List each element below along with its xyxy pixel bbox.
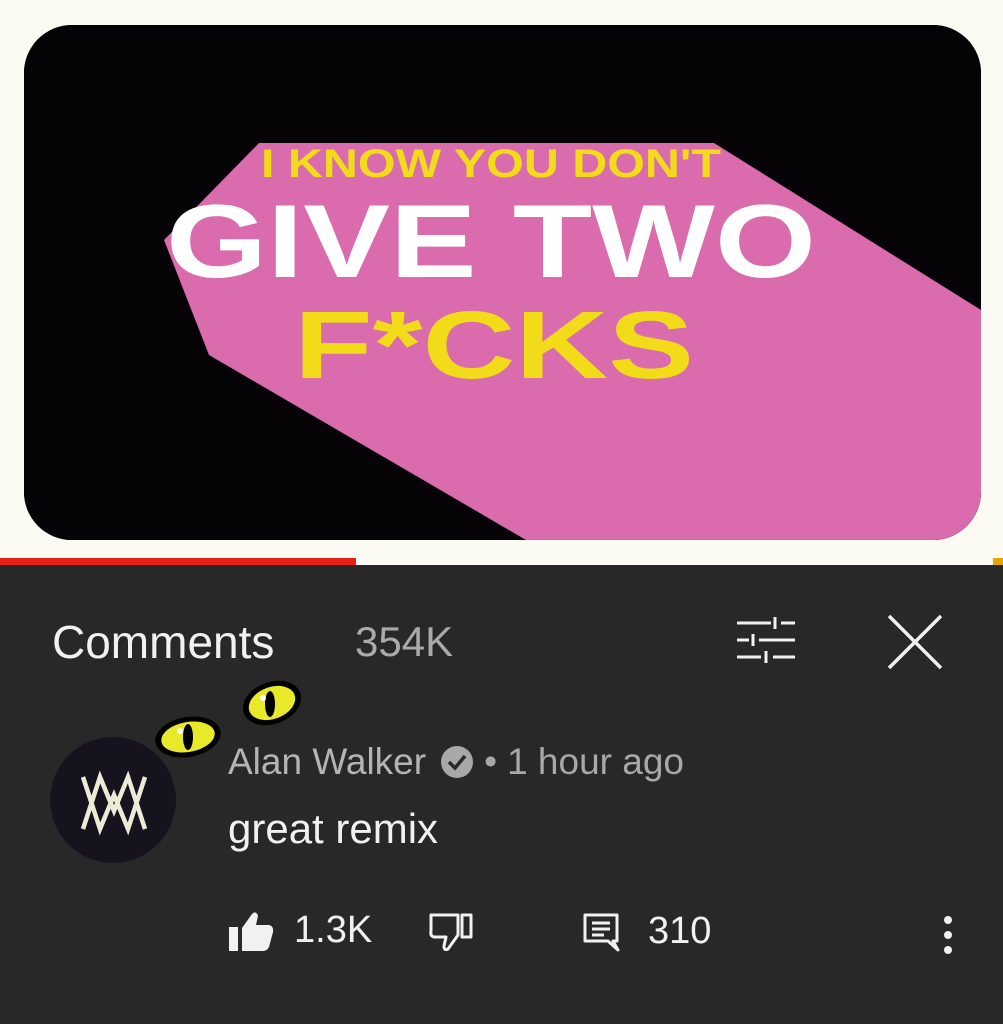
like-button[interactable]: 1.3K [228, 909, 372, 952]
more-vert-icon [944, 916, 952, 954]
video-text-line1: I KNOW YOU DON'T [261, 142, 721, 186]
close-button[interactable] [884, 613, 946, 671]
comment-author[interactable]: Alan Walker [228, 741, 426, 783]
reply-button[interactable]: 310 [582, 910, 711, 953]
video-player[interactable]: I KNOW YOU DON'T GIVE TWO F*CKS [24, 25, 981, 540]
comment-text: great remix [228, 805, 439, 852]
reply-icon [583, 913, 620, 951]
sliders-icon [737, 617, 795, 663]
video-frame: I KNOW YOU DON'T GIVE TWO F*CKS [24, 25, 981, 540]
verified-icon [441, 746, 474, 778]
left-eye [155, 716, 221, 758]
alan-walker-logo [80, 770, 148, 836]
close-icon [887, 614, 943, 670]
thumbs-up-icon [229, 911, 274, 951]
progress-buffer-end [993, 558, 1003, 565]
avatar[interactable] [50, 737, 176, 863]
progress-fill [0, 558, 357, 565]
dislike-button[interactable] [428, 911, 474, 951]
video-text-line2: GIVE TWO [166, 184, 816, 300]
video-text-line3: F*CKS [294, 292, 694, 399]
right-eye [242, 680, 302, 726]
video-progress-bar[interactable] [0, 558, 1003, 565]
meta-separator: • [484, 741, 498, 782]
reply-count: 310 [648, 910, 712, 952]
comment-meta: Alan Walker • 1 hour ago [228, 741, 684, 783]
sort-filter-button[interactable] [735, 615, 797, 665]
thumbs-down-icon [429, 913, 473, 951]
comment-time: 1 hour ago [507, 741, 684, 782]
like-count: 1.3K [294, 909, 373, 951]
comments-count: 354K [355, 618, 454, 665]
more-options-button[interactable] [930, 910, 966, 960]
comments-title: Comments [52, 616, 275, 668]
comments-panel: Comments 354K Alan Walker • 1 hour ago g… [0, 565, 1003, 1024]
